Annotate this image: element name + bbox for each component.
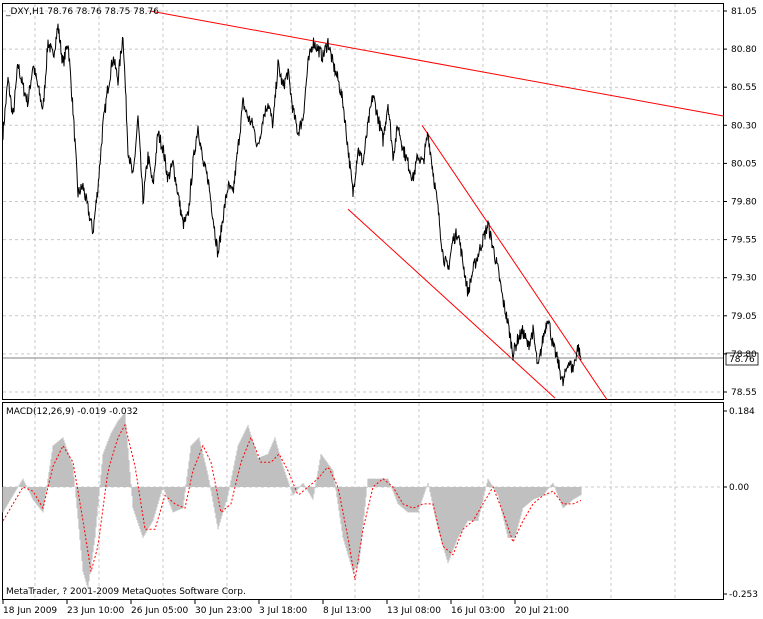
time-tick-label: 16 Jul 03:00 xyxy=(451,606,505,616)
price-tick-label: 80.80 xyxy=(731,45,757,55)
chart-canvas[interactable]: 78.76 _DXY,H1 78.76 78.76 78.75 78.76 MA… xyxy=(0,0,763,619)
trend-lines[interactable] xyxy=(149,10,725,400)
price-tick-label: 81.05 xyxy=(731,7,757,17)
price-axis: 81.05 80.80 80.55 80.30 80.05 79.80 79.55 79.30… xyxy=(723,7,757,398)
macd-tick-label: 0.00 xyxy=(729,483,749,493)
price-tick-label: 79.05 xyxy=(731,312,757,322)
trend-line-3 xyxy=(347,208,556,399)
price-tick-label: 79.55 xyxy=(731,236,757,246)
macd-header: MACD(12,26,9) -0.019 -0.032 xyxy=(6,407,138,417)
price-tick-label: 79.30 xyxy=(731,274,757,284)
time-tick-label: 26 Jun 05:00 xyxy=(131,606,188,616)
time-tick-label: 13 Jul 08:00 xyxy=(387,606,441,616)
time-axis: 18 Jun 2009 23 Jun 10:00 26 Jun 05:00 30 Ju… xyxy=(2,600,569,616)
time-tick-label: 23 Jun 10:00 xyxy=(67,606,124,616)
trend-line-1 xyxy=(149,10,725,117)
copyright-text: MetaTrader, ? 2001-2009 MetaQuotes Softw… xyxy=(6,587,246,597)
time-tick-label: 8 Jul 13:00 xyxy=(323,606,372,616)
price-series-line xyxy=(2,23,582,387)
macd-tick-label: 0.184 xyxy=(729,407,755,417)
price-tick-label: 78.80 xyxy=(731,350,757,360)
chart-header: _DXY,H1 78.76 78.76 78.75 78.76 xyxy=(5,7,159,17)
price-tick-label: 80.05 xyxy=(731,159,757,169)
time-tick-label: 30 Jun 23:00 xyxy=(195,606,252,616)
price-tick-label: 80.55 xyxy=(731,83,757,93)
time-tick-label: 20 Jul 21:00 xyxy=(515,606,569,616)
macd-tick-label: -0.253 xyxy=(729,590,758,600)
time-tick-label: 3 Jul 18:00 xyxy=(259,606,308,616)
time-tick-label: 18 Jun 2009 xyxy=(3,606,57,616)
price-tick-label: 79.80 xyxy=(731,198,757,208)
price-tick-label: 78.55 xyxy=(731,388,757,398)
price-tick-label: 80.30 xyxy=(731,121,757,131)
macd-axis: 0.184 0.00 -0.253 xyxy=(723,407,758,600)
